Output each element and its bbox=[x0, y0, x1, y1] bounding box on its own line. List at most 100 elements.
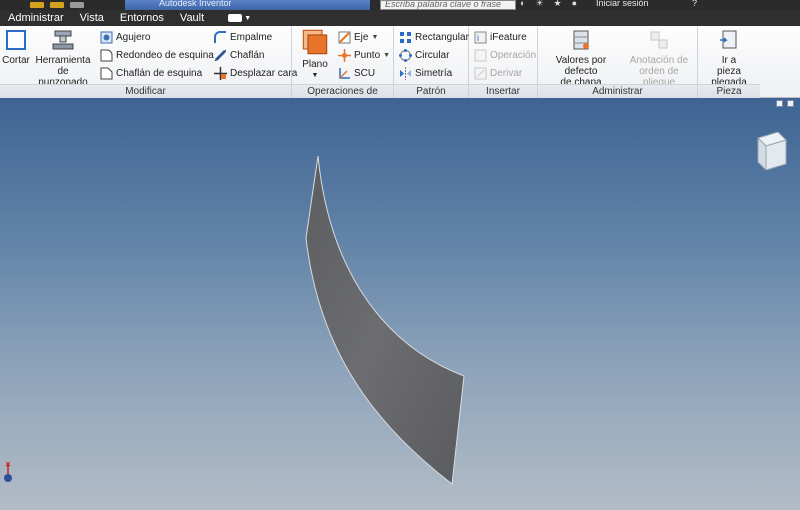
user-icon[interactable]: ● bbox=[572, 0, 577, 10]
circular-pattern-icon bbox=[399, 48, 412, 62]
chevron-down-icon[interactable]: ▼ bbox=[383, 52, 390, 59]
eje-button[interactable]: Eje ▼ bbox=[338, 29, 378, 45]
panel-operaciones-trabajo: Plano ▼ Eje ▼ Punto ▼ SCU Operaciones de… bbox=[292, 26, 394, 111]
menu-entornos[interactable]: Entornos bbox=[120, 12, 164, 24]
corner-chamfer-icon bbox=[100, 67, 113, 79]
menu-vista[interactable]: Vista bbox=[80, 12, 104, 24]
panel-modificar: Cortar Herramienta de punzonado Agujero … bbox=[0, 26, 297, 98]
panel-insertar: i iFeature Operación Derivar Insertar bbox=[469, 26, 538, 98]
plano-dropdown-icon[interactable]: ▼ bbox=[298, 70, 332, 81]
rectangular-pattern-icon bbox=[400, 31, 411, 43]
panel-label-modificar: Modificar bbox=[0, 84, 291, 98]
anotacion-orden-pliegue-button[interactable]: Anotación de orden de pliegue bbox=[622, 28, 696, 88]
rectangular-button[interactable]: Rectangular bbox=[399, 29, 469, 45]
satellite-icon[interactable]: ☀ bbox=[535, 0, 543, 10]
work-point-icon bbox=[338, 48, 351, 62]
empalme-button[interactable]: Empalme bbox=[214, 29, 272, 45]
graphics-viewport[interactable] bbox=[0, 98, 800, 510]
cut-icon bbox=[6, 30, 26, 50]
eje-label: Eje bbox=[354, 31, 369, 43]
bend-order-icon bbox=[650, 31, 668, 49]
mirror-icon bbox=[400, 66, 411, 80]
plano-button[interactable]: Plano ▼ bbox=[298, 28, 332, 81]
sheet-metal-defaults-icon bbox=[573, 30, 589, 50]
chevron-down-icon[interactable]: ▼ bbox=[244, 15, 251, 22]
valores-defecto-chapa-button[interactable]: Valores por defecto de chapa bbox=[540, 28, 622, 88]
circular-label: Circular bbox=[415, 49, 450, 61]
punto-label: Punto bbox=[354, 49, 381, 61]
ifeature-label: iFeature bbox=[490, 31, 527, 43]
corner-round-icon bbox=[100, 49, 113, 61]
ifeature-button[interactable]: i iFeature bbox=[474, 29, 527, 45]
herramienta-punzonado-button[interactable]: Herramienta de punzonado bbox=[30, 28, 96, 88]
scu-button[interactable]: SCU bbox=[338, 65, 375, 81]
menu-administrar[interactable]: Administrar bbox=[8, 12, 64, 24]
desplazar-cara-button[interactable]: Desplazar cara bbox=[214, 65, 297, 81]
simetria-label: Simetría bbox=[415, 67, 453, 79]
operacion-label: Operación bbox=[490, 49, 537, 61]
app-title: Autodesk Inventor bbox=[125, 0, 370, 10]
ir-pieza-plegada-button[interactable]: Ir a pieza plegada bbox=[698, 28, 760, 88]
panel-administrar: Valores por defecto de chapa Anotación d… bbox=[538, 26, 698, 98]
sheet-metal-part[interactable] bbox=[0, 98, 800, 510]
agujero-label: Agujero bbox=[116, 31, 151, 43]
quick-access-icon[interactable] bbox=[50, 2, 64, 8]
titlebar-icons: ◐ ☀ ★ ● bbox=[520, 0, 577, 10]
rectangular-label: Rectangular bbox=[415, 31, 469, 43]
hole-icon bbox=[100, 31, 113, 43]
cortar-label: Cortar bbox=[2, 55, 30, 66]
ucs-icon bbox=[339, 67, 350, 79]
chamfer-icon bbox=[214, 49, 227, 61]
panel-label-insertar: Insertar bbox=[469, 84, 537, 98]
redondeo-label: Redondeo de esquina bbox=[116, 49, 214, 61]
anotacion-label-1: Anotación de bbox=[629, 55, 689, 66]
panel-label-administrar: Administrar bbox=[538, 84, 697, 98]
punto-button[interactable]: Punto ▼ bbox=[338, 47, 390, 63]
star-icon[interactable]: ★ bbox=[554, 0, 562, 10]
ir-label-1: Ir a bbox=[721, 55, 737, 66]
punch-tool-icon bbox=[52, 30, 74, 50]
agujero-button[interactable]: Agujero bbox=[100, 29, 150, 45]
circular-button[interactable]: Circular bbox=[399, 47, 449, 63]
derivar-button[interactable]: Derivar bbox=[474, 65, 522, 81]
search-input[interactable]: Escriba palabra clave o frase bbox=[380, 0, 516, 10]
chaflan-esquina-button[interactable]: Chaflán de esquina bbox=[100, 65, 202, 81]
menu-vault[interactable]: Vault bbox=[180, 12, 204, 24]
quick-access-toolbar bbox=[30, 0, 84, 10]
derive-icon bbox=[474, 67, 487, 79]
panel-label-pieza-plegada: Pieza plegada bbox=[698, 84, 760, 111]
quick-access-icon[interactable] bbox=[70, 2, 84, 8]
panel-patron: Rectangular Circular Simetría Patrón bbox=[394, 26, 469, 98]
coordinate-triad-icon bbox=[4, 461, 12, 482]
chaflan-button[interactable]: Chaflán bbox=[214, 47, 264, 63]
derivar-label: Derivar bbox=[490, 67, 523, 79]
move-face-icon bbox=[214, 66, 227, 80]
herramienta-label-1: Herramienta de bbox=[35, 55, 91, 77]
signin-button[interactable]: Iniciar sesión bbox=[596, 0, 649, 8]
title-bar: Autodesk Inventor Escriba palabra clave … bbox=[0, 0, 800, 10]
chevron-down-icon[interactable]: ▼ bbox=[371, 34, 378, 41]
menu-bar: Administrar Vista Entornos Vault ▼ bbox=[0, 10, 800, 26]
ribbon: Cortar Herramienta de punzonado Agujero … bbox=[0, 26, 800, 111]
simetria-button[interactable]: Simetría bbox=[399, 65, 452, 81]
cortar-button[interactable]: Cortar bbox=[2, 28, 30, 66]
operacion-button[interactable]: Operación bbox=[474, 47, 536, 63]
scu-label: SCU bbox=[354, 67, 376, 79]
quick-access-icon[interactable] bbox=[30, 2, 44, 8]
chaflan-esquina-label: Chaflán de esquina bbox=[116, 67, 203, 79]
redondeo-esquina-button[interactable]: Redondeo de esquina bbox=[100, 47, 214, 63]
svg-text:i: i bbox=[477, 33, 479, 43]
chaflan-label: Chaflán bbox=[230, 49, 265, 61]
work-axis-icon bbox=[338, 31, 351, 43]
binoculars-icon[interactable]: ◐ bbox=[520, 0, 525, 10]
ribbon-options-icon[interactable] bbox=[228, 14, 243, 22]
panel-label-operaciones: Operaciones de trabajo bbox=[292, 84, 393, 111]
operation-icon bbox=[474, 49, 487, 61]
panel-label-patron: Patrón bbox=[394, 84, 468, 98]
panel-pieza-plegada: Ir a pieza plegada Pieza plegada bbox=[698, 26, 760, 111]
go-to-folded-part-icon bbox=[720, 30, 737, 49]
help-button[interactable]: ? bbox=[692, 0, 697, 8]
desplazar-cara-label: Desplazar cara bbox=[230, 67, 298, 79]
valores-label-1: Valores por defecto bbox=[555, 55, 607, 77]
fillet-icon bbox=[214, 30, 226, 43]
